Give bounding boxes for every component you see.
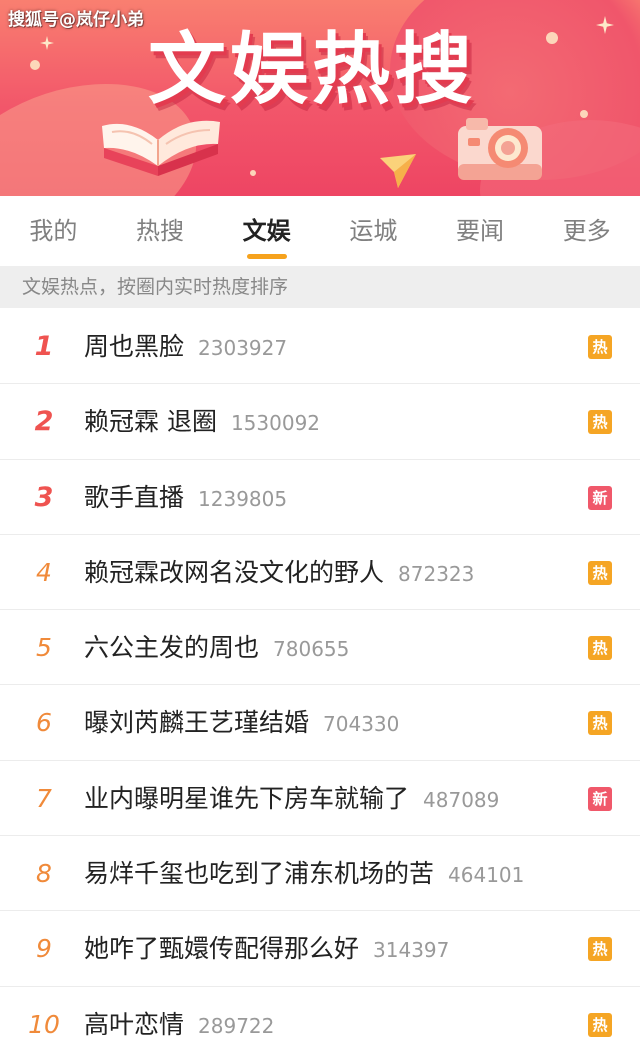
tab-entertainment[interactable]: 文娱: [213, 196, 320, 266]
banner-dot-decoration: [580, 110, 588, 118]
new-badge: 新: [588, 485, 612, 510]
tab-yuncheng[interactable]: 运城: [320, 196, 427, 266]
rank-number: 3: [34, 481, 54, 513]
heat-value: 872323: [398, 561, 475, 586]
rank-number: 5: [36, 633, 52, 663]
rank-number: 10: [28, 1009, 60, 1039]
rank-number: 8: [36, 859, 52, 889]
tab-label: 热搜: [136, 217, 184, 245]
item-title: 她咋了甄嬛传配得那么好: [84, 934, 360, 964]
item-title: 六公主发的周也: [84, 633, 260, 663]
hot-badge: 热: [588, 937, 612, 962]
tab-label: 更多: [562, 217, 611, 245]
rank-number: 7: [36, 783, 52, 813]
item-title: 曝刘芮麟王艺瑾结婚: [84, 708, 310, 738]
new-badge: 新: [588, 786, 612, 811]
rank-number: 6: [36, 708, 52, 738]
list-item[interactable]: 4 赖冠霖改网名没文化的野人 872323 热: [0, 535, 640, 611]
hot-badge: 热: [588, 335, 612, 359]
item-title: 高叶恋情: [84, 1009, 185, 1039]
hot-search-list: 1 周也黑脸 2303927 热 2 赖冠霖 退圈 1530092 热 3 歌手直播…: [0, 309, 640, 1056]
tab-more[interactable]: 更多: [533, 196, 640, 266]
hot-badge: 热: [588, 560, 612, 585]
heat-value: 780655: [273, 637, 350, 662]
list-item[interactable]: 2 赖冠霖 退圈 1530092 热: [0, 384, 640, 460]
hot-badge: 热: [588, 711, 612, 736]
heat-value: 464101: [448, 863, 525, 888]
rank-number: 4: [36, 557, 52, 587]
hot-badge: 热: [588, 636, 612, 661]
banner-dot-decoration: [250, 170, 256, 176]
hot-badge: 热: [588, 1012, 612, 1037]
list-description: 文娱热点，按圈内实时热度排序: [0, 266, 640, 308]
tab-hot-search[interactable]: 热搜: [107, 196, 214, 266]
tab-label: 要闻: [456, 217, 505, 245]
list-item[interactable]: 7 业内曝明星谁先下房车就输了 487089 新: [0, 761, 640, 837]
tab-news[interactable]: 要闻: [427, 196, 534, 266]
tab-mine[interactable]: 我的: [0, 196, 107, 266]
heat-value: 289722: [198, 1013, 275, 1038]
list-item[interactable]: 1 周也黑脸 2303927 热: [0, 309, 640, 385]
tab-bar: 我的 热搜 文娱 运城 要闻 更多: [0, 196, 640, 266]
tab-label: 运城: [349, 217, 398, 245]
banner: 搜狐号@岚仔小弟 文娱热搜: [0, 0, 640, 196]
star-icon: [596, 16, 614, 34]
heat-value: 314397: [373, 938, 450, 963]
hot-badge: 热: [588, 410, 612, 435]
list-item[interactable]: 10 高叶恋情 289722 热: [0, 987, 640, 1056]
rank-number: 9: [36, 934, 52, 964]
heat-value: 704330: [323, 712, 400, 737]
heat-value: 2303927: [198, 336, 288, 360]
star-icon: [40, 36, 54, 50]
rank-number: 1: [34, 331, 54, 362]
heat-value: 487089: [423, 787, 500, 812]
item-title: 周也黑脸: [84, 332, 185, 361]
heat-value: 1239805: [198, 486, 288, 511]
watermark: 搜狐号@岚仔小弟: [8, 10, 144, 30]
tab-label: 文娱: [242, 217, 291, 245]
item-title: 业内曝明星谁先下房车就输了: [84, 783, 410, 813]
list-item[interactable]: 3 歌手直播 1239805 新: [0, 460, 640, 535]
item-title: 歌手直播: [84, 482, 185, 512]
banner-dot-decoration: [30, 60, 40, 70]
item-title: 易烊千玺也吃到了浦东机场的苦: [84, 859, 435, 889]
heat-value: 1530092: [230, 411, 321, 436]
banner-dot-decoration: [546, 32, 558, 44]
banner-title: 文娱热搜: [148, 25, 477, 115]
list-item[interactable]: 9 她咋了甄嬛传配得那么好 314397 热: [0, 911, 640, 987]
paper-plane-icon: [380, 154, 416, 188]
item-title: 赖冠霖 退圈: [84, 407, 217, 437]
tab-label: 我的: [29, 217, 78, 245]
list-item[interactable]: 8 易烊千玺也吃到了浦东机场的苦 464101: [0, 836, 640, 912]
list-item[interactable]: 6 曝刘芮麟王艺瑾结婚 704330 热: [0, 685, 640, 761]
rank-number: 2: [34, 406, 54, 438]
list-item[interactable]: 5 六公主发的周也 780655 热: [0, 610, 640, 686]
item-title: 赖冠霖改网名没文化的野人: [84, 557, 385, 587]
camera-icon: [458, 118, 542, 180]
active-tab-indicator: [246, 254, 287, 259]
